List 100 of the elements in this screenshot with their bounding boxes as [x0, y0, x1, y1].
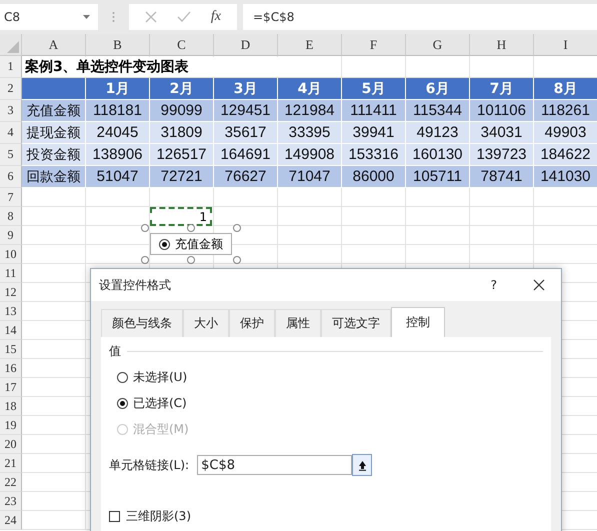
row-header[interactable]: 12 — [0, 283, 22, 302]
table-cell: 121984 — [278, 100, 342, 122]
row-header[interactable]: 4 — [0, 122, 22, 144]
dropdown-caret-icon — [83, 15, 90, 19]
table-cell: 49123 — [406, 122, 470, 144]
cancel-icon[interactable] — [144, 11, 157, 23]
option-button[interactable]: 充值金额 — [150, 233, 232, 255]
row-header[interactable]: 21 — [0, 454, 22, 473]
column-header[interactable]: B — [86, 34, 150, 56]
radio-button[interactable] — [117, 372, 128, 382]
resize-handle[interactable] — [141, 224, 149, 232]
checkbox-label[interactable]: 三维阴影(3) — [126, 508, 191, 525]
insert-function-button[interactable]: fx — [210, 9, 221, 25]
row-header[interactable]: 11 — [0, 264, 22, 283]
check-icon[interactable] — [176, 11, 191, 23]
radio-icon[interactable] — [159, 238, 170, 250]
row-header[interactable]: 6 — [0, 166, 22, 188]
row-header[interactable]: 16 — [0, 359, 22, 378]
row-header[interactable]: 18 — [0, 397, 22, 416]
row-header[interactable]: 20 — [0, 435, 22, 454]
help-button[interactable]: ? — [490, 278, 497, 292]
row-header[interactable]: 1 — [0, 56, 22, 78]
row-header[interactable]: 5 — [0, 144, 22, 166]
month-header: 3月 — [214, 78, 278, 100]
radio-label[interactable]: 已选择(C) — [133, 394, 187, 412]
month-header: 2月 — [150, 78, 214, 100]
table-cell: 99099 — [150, 100, 214, 122]
radio-button[interactable] — [117, 398, 128, 408]
table-cell: 138906 — [86, 144, 150, 166]
table-cell: 49903 — [534, 122, 597, 144]
month-header: 7月 — [470, 78, 534, 100]
table-cell: 160130 — [406, 144, 470, 166]
row-header[interactable]: 3 — [0, 100, 22, 122]
table-cell: 118261 — [534, 100, 597, 122]
row-header[interactable]: 2 — [0, 78, 22, 100]
table-cell: 39941 — [342, 122, 406, 144]
column-header[interactable]: D — [214, 34, 278, 56]
row-header[interactable]: 10 — [0, 245, 22, 264]
resize-handle[interactable] — [187, 256, 195, 264]
table-cell: 129451 — [214, 100, 278, 122]
table-cell: 51047 — [86, 166, 150, 188]
row-label: 投资金额 — [22, 144, 86, 166]
resize-handle[interactable] — [233, 256, 241, 264]
column-header[interactable]: A — [22, 34, 86, 56]
tab[interactable]: 大小 — [183, 309, 229, 337]
table-cell: 184622 — [534, 144, 597, 166]
tab[interactable]: 颜色与线条 — [101, 309, 183, 337]
table-cell: 141030 — [534, 166, 597, 188]
row-header[interactable]: 14 — [0, 321, 22, 340]
resize-handle[interactable] — [187, 224, 195, 232]
tab[interactable]: 控制 — [391, 307, 445, 337]
checkbox[interactable] — [109, 511, 120, 522]
table-cell: 105711 — [406, 166, 470, 188]
table-cell: 118181 — [86, 100, 150, 122]
name-box[interactable]: C8 — [0, 4, 98, 30]
formula-field[interactable]: =$C$8 — [243, 4, 597, 30]
table-cell: 153316 — [342, 144, 406, 166]
radio-label[interactable]: 未选择(U) — [133, 368, 188, 386]
row-header[interactable]: 19 — [0, 416, 22, 435]
row-header[interactable]: 8 — [0, 207, 22, 226]
resize-handle[interactable] — [141, 256, 149, 264]
tab[interactable]: 保护 — [229, 309, 275, 337]
tab[interactable]: 属性 — [275, 309, 321, 337]
row-header[interactable]: 9 — [0, 226, 22, 245]
resize-handle[interactable] — [233, 224, 241, 232]
row-header[interactable]: 17 — [0, 378, 22, 397]
row-header[interactable]: 24 — [0, 511, 22, 530]
row-header[interactable]: 13 — [0, 302, 22, 321]
table-cell: 164691 — [214, 144, 278, 166]
table-cell: 71047 — [278, 166, 342, 188]
row-header[interactable]: 22 — [0, 473, 22, 492]
table-cell: 139723 — [470, 144, 534, 166]
month-header: 5月 — [342, 78, 406, 100]
row-header[interactable]: 23 — [0, 492, 22, 511]
table-cell: 86000 — [342, 166, 406, 188]
column-header[interactable]: F — [342, 34, 406, 56]
group-label: 值 — [109, 343, 121, 360]
column-header[interactable]: I — [534, 34, 597, 56]
close-icon[interactable] — [533, 279, 545, 291]
column-header[interactable]: G — [406, 34, 470, 56]
sheet-title: 案例3、单选控件变动图表 — [22, 57, 278, 77]
month-header: 8月 — [534, 78, 597, 100]
table-cell: 33395 — [278, 122, 342, 144]
table-cell: 34031 — [470, 122, 534, 144]
cell-link-field[interactable]: $C$8 — [197, 455, 352, 475]
table-cell: 24045 — [86, 122, 150, 144]
row-header[interactable]: 7 — [0, 188, 22, 207]
column-header[interactable]: C — [150, 34, 214, 56]
tab[interactable]: 可选文字 — [321, 309, 391, 337]
column-header[interactable]: H — [470, 34, 534, 56]
linked-cell[interactable]: 1 — [150, 207, 212, 226]
row-label: 充值金额 — [22, 100, 86, 122]
column-header[interactable]: E — [278, 34, 342, 56]
collapse-dialog-button[interactable] — [352, 454, 372, 476]
row-label: 回款金额 — [22, 166, 86, 188]
row-label: 提现金额 — [22, 122, 86, 144]
row-header[interactable]: 15 — [0, 340, 22, 359]
grip-icon — [112, 11, 115, 23]
table-cell: 31809 — [150, 122, 214, 144]
month-header: 4月 — [278, 78, 342, 100]
